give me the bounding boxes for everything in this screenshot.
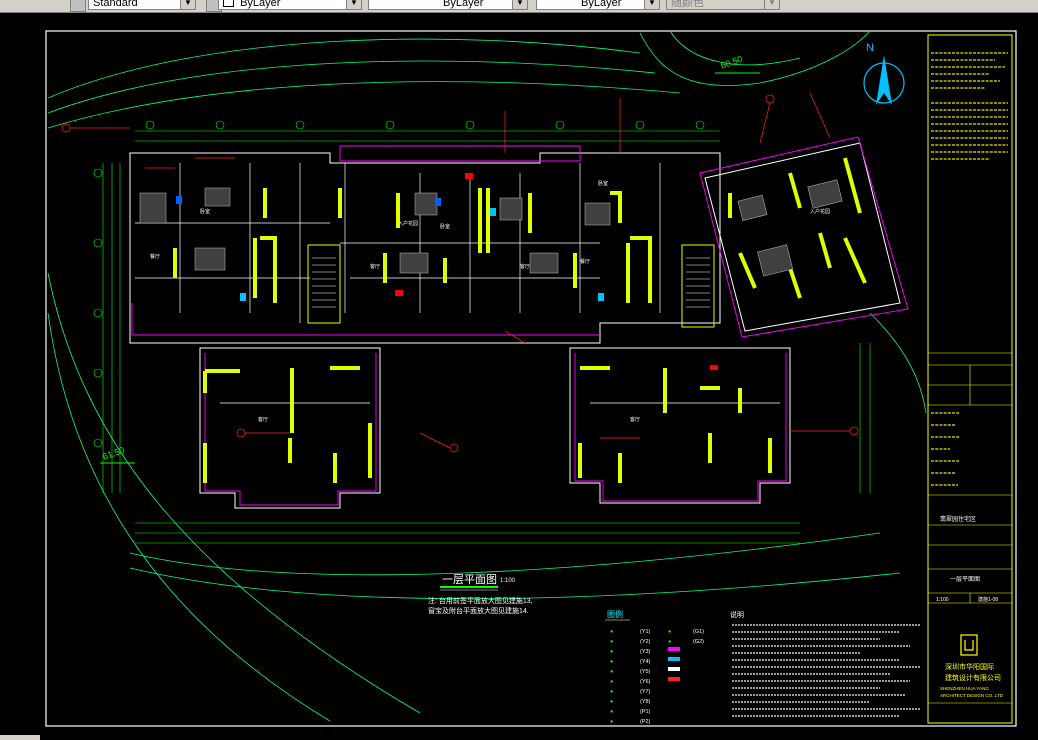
svg-text:●: ● xyxy=(610,719,613,725)
svg-text:餐厅: 餐厅 xyxy=(150,253,160,260)
axis-grid-bubbles xyxy=(93,120,705,448)
chevron-down-icon: ▼ xyxy=(512,0,527,9)
status-bar-fragment xyxy=(0,735,40,740)
chevron-down-icon: ▼ xyxy=(764,0,779,9)
color-swatch xyxy=(223,0,234,7)
north-label: N xyxy=(866,42,874,54)
legend: 图例 ● (Y1) ● (Y2) ● (Y3) ● (Y4) ● (Y5) ● (Y6) ●… xyxy=(605,609,704,725)
company-name-2: 建筑设计有限公司 xyxy=(945,673,1001,682)
general-notes: 说明 xyxy=(730,610,920,717)
lineweight-value: ByLayer xyxy=(581,0,622,9)
svg-text:(P2): (P2) xyxy=(640,719,651,725)
properties-toolbar: Standard ▼ ByLayer ▼ ByLayer ▼ ByLayer ▼… xyxy=(0,0,1038,13)
terrain-contours xyxy=(47,30,927,722)
color-select[interactable]: ByLayer ▼ xyxy=(218,0,362,10)
plan-title: 一层平面图 1:100 xyxy=(440,573,516,591)
level-label-left: 61.50 xyxy=(101,445,126,462)
north-arrow: N xyxy=(863,42,905,105)
furniture xyxy=(139,179,843,277)
svg-text:(Y6): (Y6) xyxy=(640,679,651,685)
svg-text:(Y1): (Y1) xyxy=(640,629,651,635)
svg-text:客厅: 客厅 xyxy=(520,263,530,270)
svg-text:入户花园: 入户花园 xyxy=(810,208,830,215)
level-marker-top: 60.50 xyxy=(715,54,760,74)
text-style-select[interactable]: Standard ▼ xyxy=(88,0,196,10)
sheet-number: 建施1-08 xyxy=(978,596,998,603)
text-style-value: Standard xyxy=(93,0,138,9)
svg-text:●: ● xyxy=(610,659,613,665)
svg-text:●: ● xyxy=(668,629,671,635)
plan-note-2: 窗宝及附台平面放大图见建施14. xyxy=(428,606,529,615)
svg-text:(Y4): (Y4) xyxy=(640,659,651,665)
sheet-border xyxy=(45,30,1017,727)
chevron-down-icon: ▼ xyxy=(346,0,361,9)
plotstyle-value: 随颜色 xyxy=(671,0,704,9)
linetype-value: ByLayer xyxy=(443,0,484,9)
chevron-down-icon: ▼ xyxy=(644,0,659,9)
drawing-name: 一层平面图 xyxy=(950,576,980,583)
interior-walls xyxy=(135,163,780,404)
text-style-icon[interactable] xyxy=(70,0,86,12)
svg-text:●: ● xyxy=(668,639,671,645)
company-name-en-2: ARCHITECT DESIGN CO.,LTD xyxy=(940,693,1004,698)
svg-text:卧室: 卧室 xyxy=(440,223,450,230)
stair-cores xyxy=(307,244,715,328)
svg-text:客厅: 客厅 xyxy=(258,416,268,423)
notes-title: 说明 xyxy=(730,610,744,619)
level-label-top: 60.50 xyxy=(719,54,744,71)
lineweight-select[interactable]: ByLayer ▼ xyxy=(536,0,660,10)
level-marker-left: 61.50 xyxy=(100,445,135,464)
color-value: ByLayer xyxy=(240,0,281,9)
linetype-select[interactable]: ByLayer ▼ xyxy=(368,0,528,10)
company-name-en-1: SHENZHEN HUA YANG xyxy=(940,686,989,691)
svg-text:(G2): (G2) xyxy=(693,639,704,645)
svg-text:(Y7): (Y7) xyxy=(640,689,651,695)
chevron-down-icon: ▼ xyxy=(180,0,195,9)
svg-text:(G1): (G1) xyxy=(693,629,704,635)
svg-text:(Y5): (Y5) xyxy=(640,669,651,675)
svg-text:(P1): (P1) xyxy=(640,709,651,715)
svg-text:卧室: 卧室 xyxy=(200,208,210,215)
title-block: 翡翠园住宅区 一层平面图 1:100 建施1-08 深圳市华阳国际 建筑设计有限… xyxy=(928,52,1012,704)
svg-text:●: ● xyxy=(610,679,613,685)
svg-text:(Y2): (Y2) xyxy=(640,639,651,645)
svg-text:●: ● xyxy=(610,699,613,705)
svg-text:客厅: 客厅 xyxy=(370,263,380,270)
company-logo-icon xyxy=(960,634,978,656)
plan-note-1: 注: 台用前签平面放大图见建施13, xyxy=(428,596,533,605)
drawing-canvas[interactable]: 60.50 61.50 N 客厅 客厅 餐厅 餐厅 卧室 卧室 客厅 客厅 卧室… xyxy=(0,13,1038,740)
svg-text:入户花园: 入户花园 xyxy=(398,220,418,227)
svg-text:(Y3): (Y3) xyxy=(640,649,651,655)
plan-title-text: 一层平面图 xyxy=(442,573,497,586)
svg-text:●: ● xyxy=(610,649,613,655)
plan-scale-text: 1:100 xyxy=(500,578,516,584)
company-name: 深圳市华阳国际 xyxy=(945,662,994,671)
svg-text:●: ● xyxy=(610,709,613,715)
svg-text:●: ● xyxy=(610,629,613,635)
project-name: 翡翠园住宅区 xyxy=(940,515,976,523)
svg-text:●: ● xyxy=(610,689,613,695)
drawing-scale: 1:100 xyxy=(936,597,949,603)
svg-text:客厅: 客厅 xyxy=(630,416,640,423)
svg-text:卧室: 卧室 xyxy=(598,180,608,187)
svg-text:●: ● xyxy=(610,669,613,675)
svg-text:(Y8): (Y8) xyxy=(640,699,651,705)
legend-title: 图例 xyxy=(607,609,623,619)
svg-text:餐厅: 餐厅 xyxy=(580,258,590,265)
svg-text:●: ● xyxy=(610,639,613,645)
plotstyle-select[interactable]: 随颜色 ▼ xyxy=(666,0,780,10)
